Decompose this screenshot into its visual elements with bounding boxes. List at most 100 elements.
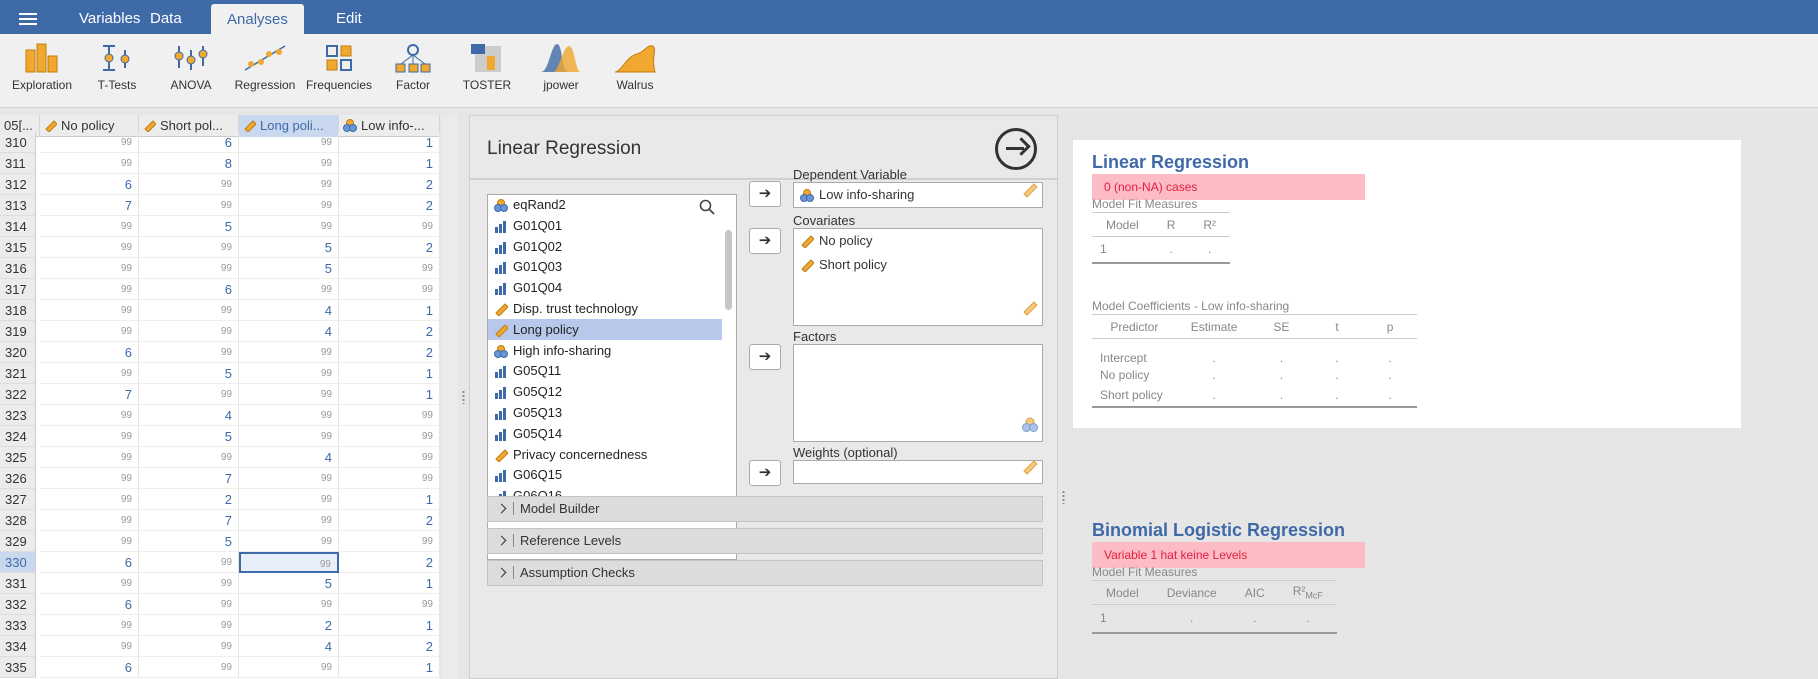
spreadsheet-scrollbar[interactable] [441,115,458,679]
table-cell[interactable]: 2 [239,615,339,636]
row-number[interactable]: 311 [0,153,36,174]
row-number[interactable]: 314 [0,216,36,237]
table-cell[interactable]: 99 [40,216,139,237]
tab-analyses[interactable]: Analyses [211,4,304,34]
covariate-item[interactable]: Short policy [794,253,1042,277]
table-cell[interactable]: 99 [239,342,339,363]
table-cell[interactable]: 4 [139,405,239,426]
table-cell[interactable]: 2 [339,237,440,258]
table-cell[interactable]: 99 [239,132,339,153]
table-cell[interactable]: 99 [40,636,139,657]
table-cell[interactable]: 1 [339,615,440,636]
table-cell[interactable]: 99 [239,174,339,195]
move-to-dependent-button[interactable]: ➔ [749,181,781,207]
table-cell[interactable]: 2 [339,636,440,657]
table-cell[interactable]: 6 [139,279,239,300]
row-number[interactable]: 331 [0,573,36,594]
table-cell[interactable]: 6 [139,132,239,153]
table-cell[interactable]: 99 [139,615,239,636]
table-cell[interactable]: 99 [40,468,139,489]
table-cell[interactable]: 99 [139,195,239,216]
dependent-variable-item[interactable]: Low info-sharing [794,183,1042,207]
dependent-variable-box[interactable]: Low info-sharing [793,182,1043,208]
tab-edit[interactable]: Edit [320,0,378,34]
table-cell[interactable]: 99 [239,552,339,573]
table-cell[interactable]: 1 [339,384,440,405]
table-cell[interactable]: 99 [40,363,139,384]
table-cell[interactable]: 1 [339,657,440,678]
table-cell[interactable]: 5 [139,363,239,384]
table-cell[interactable]: 4 [239,300,339,321]
table-cell[interactable]: 99 [239,363,339,384]
variable-list-scrollbar[interactable] [725,230,732,310]
row-number[interactable]: 319 [0,321,36,342]
anova-button[interactable]: ANOVA [154,42,228,92]
variable-list-item[interactable]: eqRand2 [488,195,722,215]
table-cell[interactable]: 99 [339,405,440,426]
row-number[interactable]: 326 [0,468,36,489]
table-cell[interactable]: 99 [40,300,139,321]
table-cell[interactable]: 7 [40,384,139,405]
table-cell[interactable]: 2 [339,552,440,573]
table-cell[interactable]: 5 [239,237,339,258]
table-cell[interactable]: 7 [139,510,239,531]
row-number[interactable]: 317 [0,279,36,300]
table-cell[interactable]: 99 [40,573,139,594]
table-cell[interactable]: 1 [339,153,440,174]
table-cell[interactable]: 7 [40,195,139,216]
table-cell[interactable]: 99 [339,279,440,300]
table-cell[interactable]: 2 [339,195,440,216]
toster-button[interactable]: TOSTER [450,42,524,92]
panel-splitter-left[interactable] [458,115,469,679]
table-cell[interactable]: 99 [40,258,139,279]
row-number[interactable]: 325 [0,447,36,468]
row-number[interactable]: 321 [0,363,36,384]
table-cell[interactable]: 99 [239,279,339,300]
table-cell[interactable]: 99 [40,531,139,552]
table-cell[interactable]: 99 [239,426,339,447]
table-cell[interactable]: 99 [40,489,139,510]
table-cell[interactable]: 99 [239,405,339,426]
table-cell[interactable]: 99 [239,657,339,678]
weights-box[interactable] [793,460,1043,484]
data-spreadsheet[interactable]: 05[... No policy Short pol... Long poli.… [0,115,440,679]
variable-list-item[interactable]: G01Q01 [488,215,722,236]
hamburger-menu-icon[interactable] [19,13,37,25]
variable-list-item[interactable]: G01Q04 [488,277,722,298]
table-cell[interactable]: 99 [339,258,440,279]
search-icon[interactable] [699,199,715,220]
row-number[interactable]: 320 [0,342,36,363]
table-cell[interactable]: 99 [139,657,239,678]
frequencies-button[interactable]: Frequencies [302,42,376,92]
variable-list-item[interactable]: G05Q13 [488,402,722,423]
table-cell[interactable]: 99 [139,321,239,342]
panel-splitter-right[interactable] [1058,115,1070,679]
table-cell[interactable]: 99 [40,153,139,174]
table-cell[interactable]: 99 [40,237,139,258]
variable-list-item[interactable]: G05Q11 [488,360,722,381]
table-cell[interactable]: 2 [139,489,239,510]
row-number[interactable]: 335 [0,657,36,678]
walrus-button[interactable]: Walrus [598,42,672,92]
table-cell[interactable]: 99 [40,279,139,300]
table-cell[interactable]: 99 [339,426,440,447]
row-number[interactable]: 328 [0,510,36,531]
table-cell[interactable]: 99 [139,636,239,657]
model-builder-section[interactable]: Model Builder [487,496,1043,522]
table-cell[interactable]: 99 [239,594,339,615]
variable-list-item[interactable]: G05Q14 [488,423,722,444]
variable-list-item[interactable]: G01Q03 [488,256,722,277]
table-cell[interactable]: 99 [239,510,339,531]
variable-list-item[interactable]: G05Q12 [488,381,722,402]
exploration-button[interactable]: Exploration [5,42,79,92]
table-cell[interactable]: 99 [139,594,239,615]
row-number[interactable]: 312 [0,174,36,195]
table-cell[interactable]: 99 [139,384,239,405]
covariates-box[interactable]: No policy Short policy [793,228,1043,326]
move-to-weights-button[interactable]: ➔ [749,460,781,486]
table-cell[interactable]: 99 [339,594,440,615]
table-cell[interactable]: 5 [239,258,339,279]
table-cell[interactable]: 2 [339,342,440,363]
table-cell[interactable]: 5 [139,531,239,552]
row-number[interactable]: 310 [0,132,36,153]
